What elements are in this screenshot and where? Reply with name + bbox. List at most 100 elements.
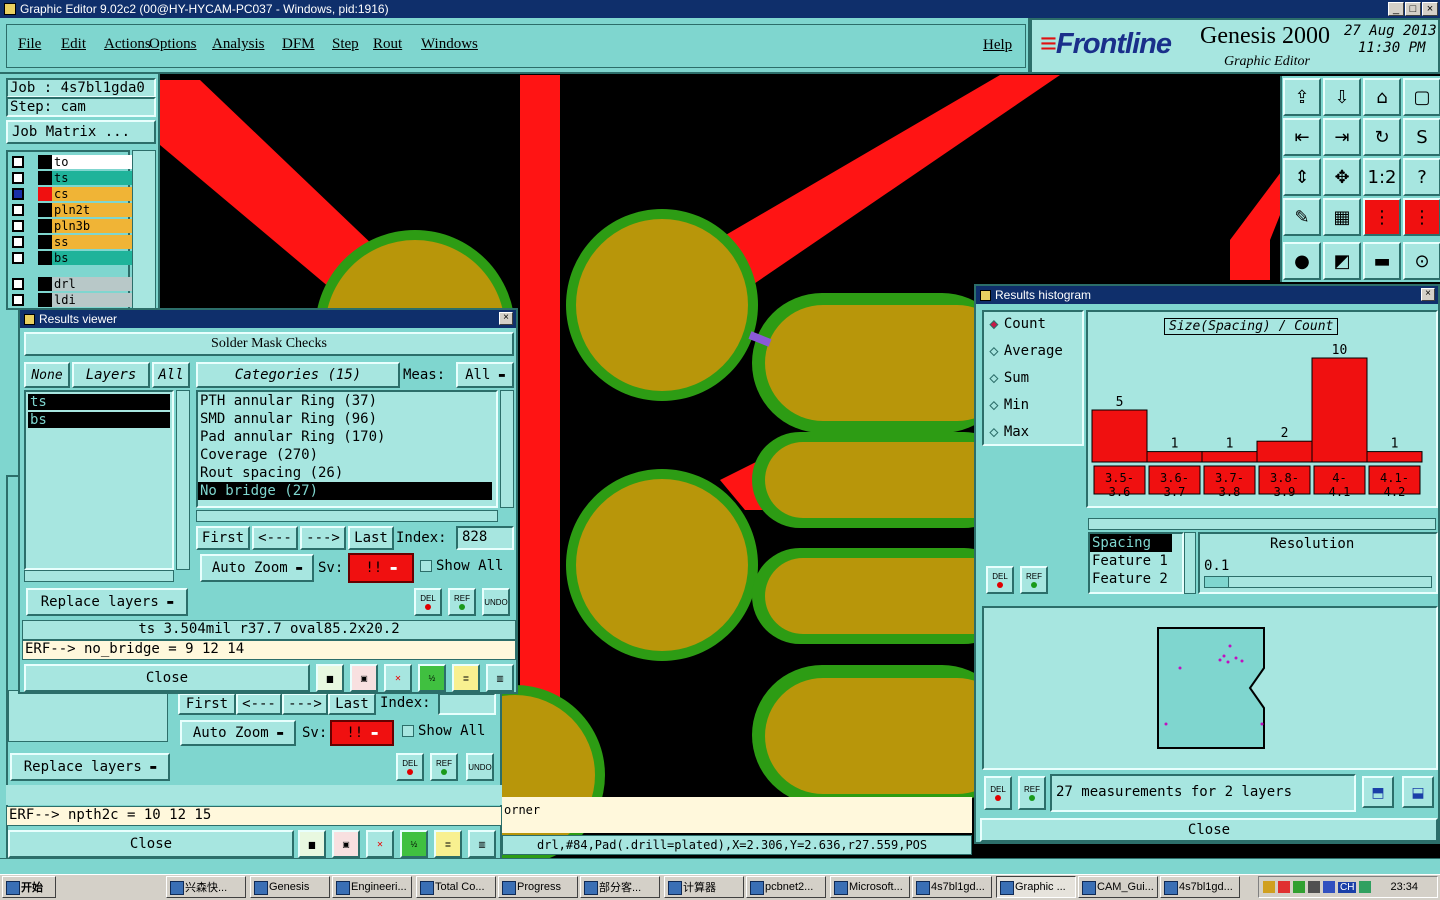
layer-row-drl[interactable]: drl [12,276,134,291]
layer-row-pln3b[interactable]: pln3b [12,218,134,233]
taskbar-item[interactable]: Progress [498,876,578,898]
index-input[interactable]: 828 [456,526,514,550]
layer-checkbox[interactable] [12,235,24,248]
maximize-button[interactable]: □ [1405,2,1421,16]
page-up-icon[interactable]: ⇪ [1283,78,1321,116]
zoom-to-fit-icon[interactable]: ⬒ [1362,776,1394,808]
histogram-hscroll[interactable] [1088,518,1436,530]
histogram-bar[interactable] [1311,357,1368,463]
back-show-all-checkbox[interactable] [402,725,414,737]
taskbar-item[interactable]: Genesis [250,876,330,898]
taskbar-item[interactable]: 兴森快... [166,876,246,898]
tab-layers[interactable]: Layers [72,362,150,388]
back-index-input[interactable] [438,693,496,715]
histogram-bar[interactable] [1146,451,1203,463]
layer-checkbox[interactable] [12,187,24,200]
menu-actions[interactable]: Actions [104,36,151,53]
mode-min[interactable]: ◆ Min [990,397,1030,413]
pan-left-icon[interactable]: ⇤ [1283,118,1321,156]
layer-down-icon[interactable]: ⋮ [1403,198,1440,236]
hist-del-button-2[interactable]: DEL [984,776,1012,810]
menu-windows[interactable]: Windows [421,36,478,53]
layer-list-scrollbar[interactable] [132,150,156,310]
mode-average[interactable]: ◆ Average [990,343,1063,359]
layer-checkbox[interactable] [12,251,24,264]
taskbar-item[interactable]: CAM_Gui... [1078,876,1158,898]
window-icon[interactable]: ▢ [1403,78,1440,116]
layer-checkbox[interactable] [12,277,24,290]
image-icon[interactable]: ▣ [350,664,378,692]
snap-icon[interactable]: S [1403,118,1440,156]
taskbar-item[interactable]: 4s7bl1gd... [912,876,992,898]
minimize-button[interactable]: _ [1388,2,1404,16]
menu-edit[interactable]: Edit [61,36,86,53]
redraw-icon[interactable]: ↻ [1363,118,1401,156]
menu-dfm[interactable]: DFM [282,36,315,53]
layer-checkbox[interactable] [12,203,24,216]
layer-checkbox[interactable] [12,155,24,168]
home-icon[interactable]: ⌂ [1363,78,1401,116]
tray-icon-5[interactable] [1323,881,1335,893]
last-button[interactable]: Last [348,526,394,550]
layer-row-bs[interactable]: bs [12,250,134,265]
back-ref-cross-icon[interactable]: ✕ [366,830,394,858]
layer-row-ts[interactable]: ts [12,170,134,185]
back-prev-button[interactable]: <--- [236,693,282,715]
layer-up-icon[interactable]: ⋮ [1363,198,1401,236]
back-report-icon[interactable]: ≣ [434,830,462,858]
job-matrix-button[interactable]: Job Matrix ... [6,120,156,144]
histogram-titlebar[interactable]: Results histogram × [976,286,1438,304]
result-layer-item[interactable]: ts [28,394,170,410]
result-layer-item[interactable]: bs [28,412,170,428]
results-viewer-close-icon[interactable]: × [499,312,513,325]
layer-row-pln2t[interactable]: pln2t [12,202,134,217]
zoom-all-icon[interactable]: ✥ [1323,158,1361,196]
replace-layers-select[interactable]: Replace layers ▬ [26,588,188,616]
help-icon[interactable]: ? [1403,158,1440,196]
tray-icon-6[interactable] [1359,881,1372,893]
next-button[interactable]: ---> [300,526,346,550]
histogram-bar[interactable] [1201,451,1258,463]
prev-button[interactable]: <--- [252,526,298,550]
menu-analysis[interactable]: Analysis [212,36,265,53]
category-scrollbar[interactable] [500,390,514,508]
tray-icon-3[interactable] [1293,881,1305,893]
category-item[interactable]: Rout spacing (26) [198,464,492,482]
zoom-selection-icon[interactable]: ⬓ [1402,776,1434,808]
tray-icon-1[interactable] [1263,881,1275,893]
report-icon[interactable]: ≣ [452,664,480,692]
back-first-button[interactable]: First [178,693,236,715]
spacing-item[interactable]: Spacing [1090,534,1172,552]
draw-icon[interactable]: ✎ [1283,198,1321,236]
category-item[interactable]: No bridge (27) [198,482,492,500]
menu-file[interactable]: File [18,36,41,53]
histogram-close-icon[interactable]: × [1421,288,1435,301]
mode-sum[interactable]: ◆ Sum [990,370,1030,386]
layer-row-ss[interactable]: ss [12,234,134,249]
undo-button[interactable]: UNDO [482,588,510,616]
spacing-item[interactable]: Feature 2 [1090,570,1182,588]
layer-checkbox[interactable] [12,293,24,306]
close-button[interactable]: Close [24,664,310,692]
menu-help[interactable]: Help [983,37,1012,54]
hist-ref-button[interactable]: REF [1020,566,1048,594]
tray-icon-4[interactable] [1308,881,1320,893]
layer-row-to[interactable]: to [12,154,134,169]
step-icon[interactable]: ½ [418,664,446,692]
ref-button[interactable]: REF [448,588,476,616]
point-icon[interactable]: ⊙ [1403,242,1440,280]
mode-max[interactable]: ◆ Max [990,424,1030,440]
menu-step[interactable]: Step [332,36,359,53]
ref-cross-icon[interactable]: ✕ [384,664,412,692]
back-last-button[interactable]: Last [328,693,376,715]
histogram-icon[interactable]: ▥ [486,664,514,692]
back-image-icon[interactable]: ▣ [332,830,360,858]
back-replace-layers-select[interactable]: Replace layers ▬ [10,753,170,781]
taskbar-item[interactable]: 4s7bl1gd... [1160,876,1240,898]
back-histogram-icon[interactable]: ▥ [468,830,496,858]
layer-result-scrollbar[interactable] [176,390,190,570]
back-del-button[interactable]: DEL [396,753,424,781]
taskbar-item[interactable]: Engineeri... [332,876,412,898]
histogram-bar[interactable] [1091,409,1148,463]
layer-result-list[interactable]: ts bs [24,390,174,570]
